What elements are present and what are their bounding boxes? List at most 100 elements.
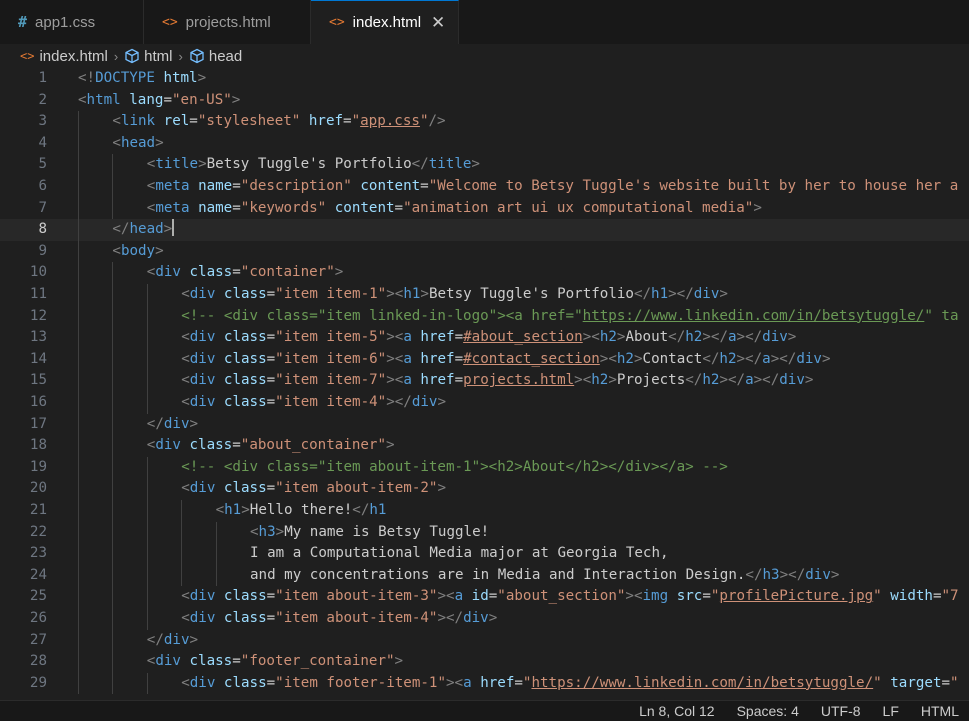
code-token: width: [890, 588, 933, 605]
code-token: https://www.linkedin.com/in/betsytuggle/: [531, 674, 874, 691]
code-line[interactable]: 24 and my concentrations are in Media and…: [0, 564, 969, 587]
cursor-position[interactable]: Ln 8, Col 12: [639, 703, 715, 719]
code-token: a: [745, 372, 754, 389]
code-line[interactable]: 22 <h3>My name is Betsy Tuggle!: [0, 521, 969, 544]
code-token: </: [702, 350, 720, 367]
code-line[interactable]: 2 <html lang="en-US">: [0, 90, 969, 112]
indent-guide: [78, 435, 79, 457]
indent-guide: [112, 478, 114, 500]
code-token: and my concentrations are in Media and I…: [250, 566, 746, 583]
tab-label: projects.html: [185, 13, 271, 31]
code-line[interactable]: 10 <div class="container">: [0, 262, 969, 284]
code-token: =: [232, 178, 241, 194]
code-token: =: [232, 437, 241, 454]
indent-guide: [146, 327, 148, 349]
code-token: id: [471, 588, 489, 605]
code-token: lang: [129, 91, 164, 108]
code-text: <div class="item about-item-3"><a id="ab…: [181, 586, 958, 608]
code-line[interactable]: 28 <div class="footer_container">: [0, 651, 969, 673]
indent-guide: [181, 543, 183, 565]
code-token: <: [112, 113, 121, 130]
code-token: a: [762, 350, 771, 367]
tab-app1-css[interactable]: # app1.css: [0, 0, 144, 44]
code-token: <: [181, 372, 190, 389]
editor-tab-bar: # app1.css <> projects.html <> index.htm…: [0, 0, 969, 45]
code-line[interactable]: 9 <body>: [0, 240, 969, 263]
code-line[interactable]: 16 <div class="item item-4"></div>: [0, 392, 969, 414]
end-of-line[interactable]: LF: [883, 703, 899, 719]
code-token: >: [163, 221, 173, 238]
code-editor[interactable]: 1 <!DOCTYPE html> 2 <html lang="en-US"> 3 <li…: [0, 68, 969, 700]
code-line[interactable]: 25 <div class="item about-item-3"><a id="…: [0, 586, 969, 608]
code-line[interactable]: 19 <!-- <div class="item about-item-1"><h…: [0, 456, 969, 479]
line-number: 6: [38, 178, 47, 194]
code-line[interactable]: 6 <meta name="description" content="Welco…: [0, 176, 969, 198]
code-text: <div class="container">: [147, 262, 344, 284]
indent-guide: [112, 456, 114, 479]
code-token: =: [232, 653, 241, 670]
code-line[interactable]: 8 </head>: [0, 219, 969, 241]
tab-index-html[interactable]: <> index.html ✕: [311, 0, 459, 44]
code-line[interactable]: 26 <div class="item about-item-4"></div>: [0, 608, 969, 630]
code-token: h1: [403, 286, 421, 302]
code-line[interactable]: 20 <div class="item about-item-2">: [0, 478, 969, 500]
code-line[interactable]: 4 <head>: [0, 132, 969, 155]
code-token: >: [608, 372, 617, 389]
code-line[interactable]: 14 <div class="item item-6"><a href=#cont…: [0, 348, 969, 371]
code-line[interactable]: 3 <link rel="stylesheet" href="app.css"/>: [0, 111, 969, 133]
close-tab-icon[interactable]: ✕: [431, 13, 445, 33]
code-token: <!-- <div class="item about-item-1"><h2>…: [181, 458, 728, 475]
indent-guide: [78, 478, 79, 500]
code-token: =: [266, 372, 276, 389]
code-line[interactable]: 18 <div class="about_container">: [0, 435, 969, 457]
indent-guide: [78, 284, 79, 306]
breadcrumb-file[interactable]: index.html: [39, 48, 107, 65]
code-line[interactable]: 5 <title>Betsy Tuggle's Portfolio</title>: [0, 154, 969, 176]
code-token: =: [189, 113, 198, 130]
code-token: </: [633, 286, 652, 302]
code-token: ></: [386, 394, 412, 410]
code-token: =: [163, 91, 172, 108]
code-line[interactable]: 23 I am a Computational Media major at Ge…: [0, 543, 969, 565]
indent-guide: [78, 197, 79, 220]
line-number: 16: [29, 394, 47, 410]
breadcrumb-html[interactable]: html: [144, 48, 172, 65]
indent-guide: [146, 392, 148, 414]
code-token: >: [830, 566, 840, 583]
code-line[interactable]: 12 <!-- <div class="item linked-in-logo">…: [0, 305, 969, 328]
code-line[interactable]: 1 <!DOCTYPE html>: [0, 68, 969, 90]
code-line[interactable]: 11 <div class="item item-1"><h1>Betsy Tug…: [0, 284, 969, 306]
code-token: Betsy Tuggle's Portfolio: [428, 286, 634, 302]
code-line[interactable]: 13 <div class="item item-5"><a href=#abou…: [0, 327, 969, 349]
tab-projects-html[interactable]: <> projects.html: [144, 0, 311, 44]
indent-guide: [112, 327, 114, 349]
line-number: 27: [29, 631, 47, 648]
code-token: =: [420, 178, 429, 194]
code-line[interactable]: 7 <meta name="keywords" content="animatio…: [0, 197, 969, 220]
code-line[interactable]: 15 <div class="item item-7"><a href=proje…: [0, 370, 969, 392]
code-token: head: [129, 221, 164, 238]
code-token: >: [804, 372, 814, 389]
line-number: 17: [29, 415, 47, 432]
code-line[interactable]: 21 <h1>Hello there!</h1: [0, 500, 969, 522]
code-token: class: [223, 286, 267, 302]
indent-guide: [112, 608, 114, 630]
symbol-cube-icon: [190, 48, 204, 64]
indent-guide: [146, 672, 148, 695]
html-file-icon: <>: [20, 49, 35, 63]
code-token: >: [488, 610, 498, 626]
chevron-right-icon: ›: [113, 48, 119, 64]
encoding[interactable]: UTF-8: [821, 703, 861, 719]
language-mode[interactable]: HTML: [921, 703, 959, 719]
breadcrumb-head[interactable]: head: [209, 48, 242, 65]
code-line[interactable]: 29 <div class="item footer-item-1"><a hre…: [0, 672, 969, 695]
code-token: =: [941, 674, 951, 691]
indentation[interactable]: Spaces: 4: [737, 703, 799, 719]
code-line[interactable]: 27 </div>: [0, 629, 969, 652]
code-line[interactable]: 17 </div>: [0, 413, 969, 436]
